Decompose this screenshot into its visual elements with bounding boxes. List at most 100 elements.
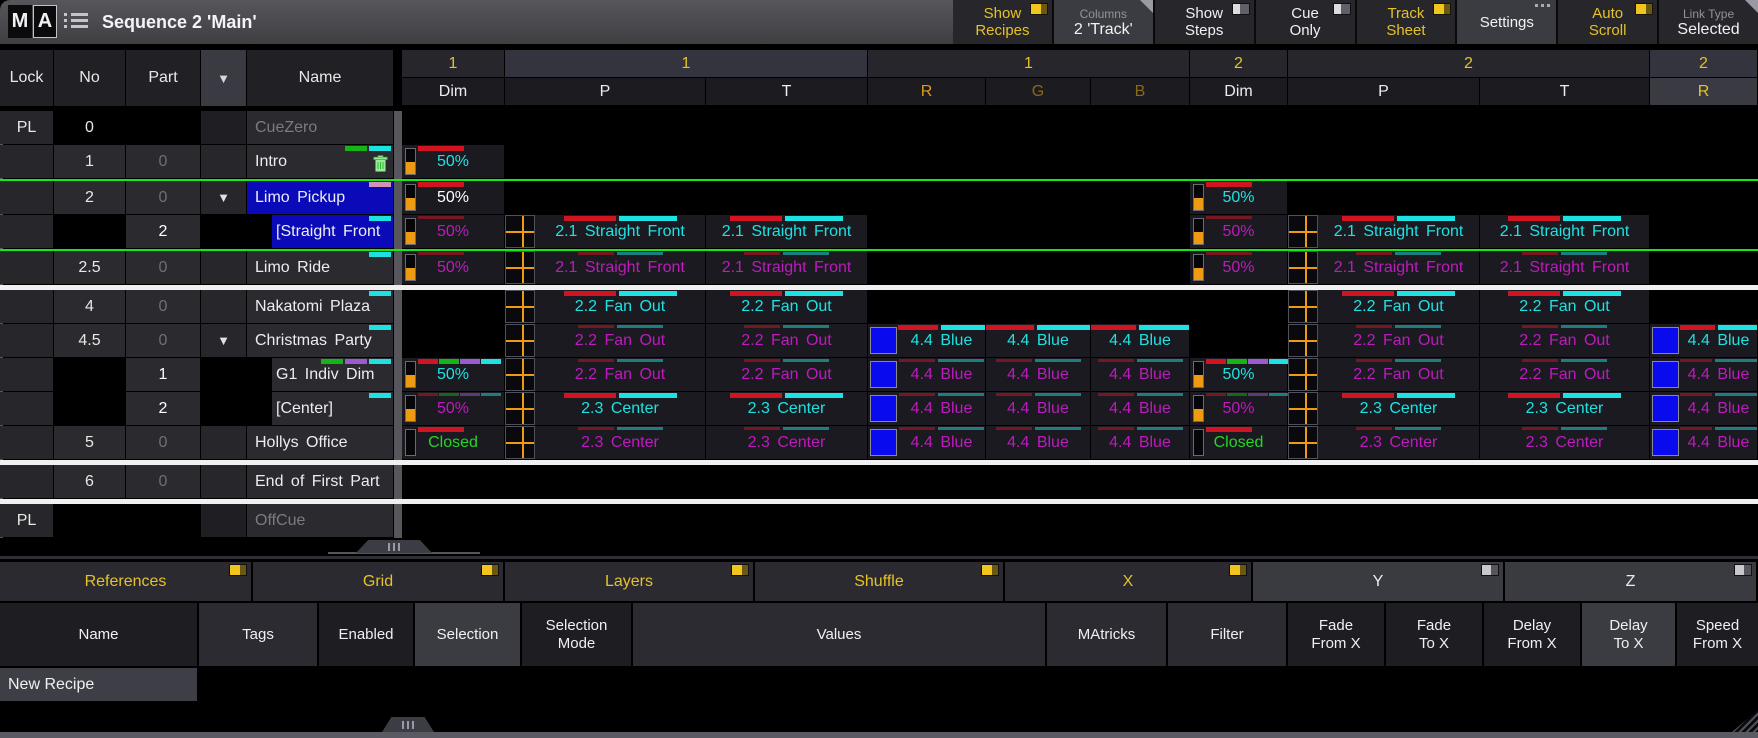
cue-number-cell[interactable]: 2 — [54, 181, 125, 214]
cue-name-cell[interactable]: Christmas Party — [247, 324, 393, 357]
header-group-1[interactable]: 1 — [402, 50, 504, 77]
part-number-cell[interactable]: 1 — [126, 358, 200, 391]
recipe-column-delay-from-x[interactable]: DelayFrom X — [1484, 603, 1580, 666]
recipe-column-selection-mode[interactable]: SelectionMode — [522, 603, 631, 666]
cue-name-cell[interactable]: [Center] — [272, 392, 393, 425]
auto-scroll-button[interactable]: AutoScroll — [1558, 0, 1657, 44]
value-cell-p2[interactable]: 2.2 Fan Out — [1288, 324, 1479, 357]
lock-cell[interactable] — [0, 426, 53, 459]
value-cell-dim2[interactable]: 50% — [1190, 251, 1287, 284]
part-number-cell[interactable]: 0 — [126, 324, 200, 357]
cue-number-cell[interactable]: 5 — [54, 426, 125, 459]
cue-name-cell[interactable]: [Straight Front — [272, 215, 393, 248]
expand-arrow-icon[interactable]: ▼ — [201, 324, 246, 357]
part-number-cell[interactable]: 2 — [126, 392, 200, 425]
recipe-column-name[interactable]: Name — [0, 603, 197, 666]
header-col-p2[interactable]: P — [1288, 78, 1479, 105]
header-col-r1[interactable]: R — [868, 78, 985, 105]
track-sheet-button[interactable]: TrackSheet — [1357, 0, 1456, 44]
lock-cell[interactable] — [0, 324, 53, 357]
arrow-cell[interactable] — [201, 358, 246, 391]
part-number-cell[interactable]: 0 — [126, 290, 200, 323]
lock-cell[interactable] — [0, 251, 53, 284]
value-cell-g1[interactable]: 4.4 Blue — [986, 426, 1090, 459]
cue-number-cell[interactable]: 2.5 — [54, 251, 125, 284]
value-cell-g1[interactable]: 4.4 Blue — [986, 358, 1090, 391]
value-cell-p2[interactable]: 2.3 Center — [1288, 426, 1479, 459]
header-col-b1[interactable]: B — [1091, 78, 1189, 105]
value-cell-t2[interactable]: 2.3 Center — [1480, 426, 1649, 459]
part-number-cell[interactable]: 2 — [126, 215, 200, 248]
part-number-cell[interactable]: 0 — [126, 145, 200, 178]
value-cell-p2[interactable]: 2.3 Center — [1288, 392, 1479, 425]
value-cell-t1[interactable]: 2.2 Fan Out — [706, 290, 867, 323]
value-cell-r2[interactable]: 4.4 Blue — [1650, 392, 1757, 425]
value-cell-dim2[interactable]: 50% — [1190, 358, 1287, 391]
value-cell-p1[interactable]: 2.3 Center — [505, 426, 705, 459]
value-cell-t1[interactable]: 2.3 Center — [706, 392, 867, 425]
value-cell-t2[interactable]: 2.2 Fan Out — [1480, 324, 1649, 357]
value-cell-r2[interactable]: 4.4 Blue — [1650, 358, 1757, 391]
value-cell-t2[interactable]: 2.2 Fan Out — [1480, 290, 1649, 323]
cue-only-button[interactable]: CueOnly — [1256, 0, 1355, 44]
show-steps-button[interactable]: ShowSteps — [1155, 0, 1254, 44]
lock-cell[interactable]: PL — [0, 504, 53, 537]
tab-y[interactable]: Y — [1253, 562, 1503, 601]
value-cell-r1[interactable]: 4.4 Blue — [868, 392, 985, 425]
header-part[interactable]: Part — [126, 50, 200, 106]
part-number-cell[interactable]: 0 — [126, 426, 200, 459]
lock-cell[interactable] — [0, 465, 53, 498]
recipe-column-fade-to-x[interactable]: FadeTo X — [1386, 603, 1482, 666]
value-cell-r1[interactable]: 4.4 Blue — [868, 426, 985, 459]
bottom-scroll-track[interactable] — [0, 732, 1758, 738]
part-number-cell[interactable] — [126, 111, 200, 144]
value-cell-p1[interactable]: 2.1 Straight Front — [505, 251, 705, 284]
new-recipe-cell[interactable]: New Recipe — [0, 668, 197, 701]
value-cell-t2[interactable]: 2.3 Center — [1480, 392, 1649, 425]
value-cell-t1[interactable]: 2.3 Center — [706, 426, 867, 459]
cue-number-cell[interactable] — [54, 392, 125, 425]
cue-name-cell[interactable]: Limo Ride — [247, 251, 393, 284]
value-cell-b1[interactable]: 4.4 Blue — [1091, 426, 1189, 459]
lock-cell[interactable] — [0, 290, 53, 323]
value-cell-t2[interactable]: 2.1 Straight Front — [1480, 251, 1649, 284]
header-col-r2[interactable]: R — [1650, 78, 1757, 105]
value-cell-dim1[interactable]: 50% — [402, 251, 504, 284]
part-number-cell[interactable]: 0 — [126, 465, 200, 498]
value-cell-p1[interactable]: 2.2 Fan Out — [505, 290, 705, 323]
value-cell-t2[interactable]: 2.2 Fan Out — [1480, 358, 1649, 391]
arrow-cell[interactable] — [201, 392, 246, 425]
value-cell-g1[interactable]: 4.4 Blue — [986, 392, 1090, 425]
value-cell-p1[interactable]: 2.2 Fan Out — [505, 324, 705, 357]
value-cell-p2[interactable]: 2.2 Fan Out — [1288, 358, 1479, 391]
header-col-g1[interactable]: G — [986, 78, 1090, 105]
arrow-cell[interactable] — [201, 465, 246, 498]
value-cell-t2[interactable]: 2.1 Straight Front — [1480, 215, 1649, 248]
header-group-2[interactable]: 1 — [505, 50, 867, 77]
header-group-4[interactable]: 2 — [1190, 50, 1287, 77]
recipe-column-selection[interactable]: Selection — [415, 603, 520, 666]
value-cell-g1[interactable]: 4.4 Blue — [986, 324, 1090, 357]
cue-number-cell[interactable]: 4.5 — [54, 324, 125, 357]
cue-name-cell[interactable]: OffCue — [247, 504, 393, 537]
value-cell-p2[interactable]: 2.1 Straight Front — [1288, 251, 1479, 284]
value-cell-p2[interactable]: 2.1 Straight Front — [1288, 215, 1479, 248]
recipe-column-tags[interactable]: Tags — [199, 603, 317, 666]
bottom-hscroll-thumb[interactable] — [382, 717, 434, 732]
arrow-cell[interactable] — [201, 145, 246, 178]
header-arrow[interactable]: ▼ — [201, 50, 246, 106]
lock-cell[interactable]: PL — [0, 111, 53, 144]
value-cell-t1[interactable]: 2.1 Straight Front — [706, 215, 867, 248]
cue-name-cell[interactable]: Intro — [247, 145, 393, 178]
arrow-cell[interactable] — [201, 111, 246, 144]
header-col-dim2[interactable]: Dim — [1190, 78, 1287, 105]
tab-z[interactable]: Z — [1505, 562, 1756, 601]
value-cell-dim2[interactable]: Closed — [1190, 426, 1287, 459]
value-cell-r2[interactable]: 4.4 Blue — [1650, 324, 1757, 357]
arrow-cell[interactable] — [201, 290, 246, 323]
value-cell-dim1[interactable]: 50% — [402, 358, 504, 391]
cue-name-cell[interactable]: Hollys Office — [247, 426, 393, 459]
arrow-cell[interactable] — [201, 426, 246, 459]
header-lock[interactable]: Lock — [0, 50, 53, 106]
cue-name-cell[interactable]: G1 Indiv Dim — [272, 358, 393, 391]
